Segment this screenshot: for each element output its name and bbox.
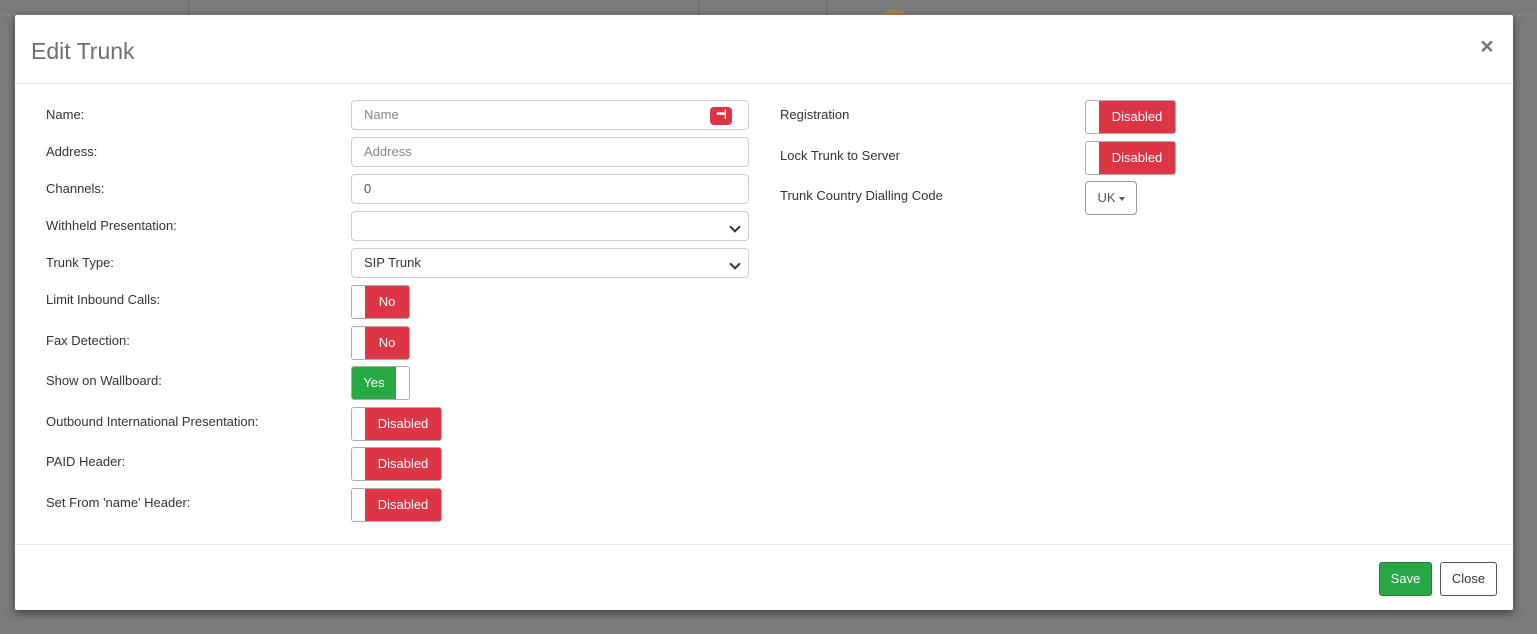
limit-inbound-calls-toggle[interactable]: No (351, 285, 410, 319)
modal-body: Name: Name •••| Address: Address Channel… (15, 84, 1513, 544)
withheld-presentation-label: Withheld Presentation: (46, 218, 177, 233)
toggle-state: No (365, 327, 409, 359)
set-from-name-header-label: Set From 'name' Header: (46, 495, 191, 510)
toggle-handle (396, 367, 409, 399)
trunk-type-value: SIP Trunk (364, 255, 421, 270)
trunk-country-dialling-code-label: Trunk Country Dialling Code (780, 188, 943, 203)
close-icon[interactable]: × (1477, 34, 1497, 58)
lock-trunk-to-server-toggle[interactable]: Disabled (1085, 141, 1176, 175)
withheld-presentation-select[interactable] (351, 211, 749, 241)
toggle-handle (352, 489, 365, 521)
edit-trunk-modal: Edit Trunk × Name: Name •••| Address: Ad… (15, 15, 1513, 610)
chevron-down-icon (729, 258, 741, 270)
name-label: Name: (46, 107, 85, 122)
chevron-down-icon (729, 221, 741, 233)
caret-down-icon (1118, 196, 1125, 201)
registration-label: Registration (780, 107, 850, 122)
save-button[interactable]: Save (1379, 562, 1432, 596)
channels-input[interactable]: 0 (351, 174, 749, 204)
outbound-international-presentation-label: Outbound International Presentation: (46, 414, 259, 429)
background-divider (698, 0, 699, 16)
toggle-state: Yes (352, 367, 396, 399)
modal-header: Edit Trunk × (15, 15, 1513, 84)
toggle-state: Disabled (1099, 142, 1175, 174)
close-button[interactable]: Close (1440, 562, 1497, 596)
toggle-handle (352, 327, 365, 359)
toggle-handle (352, 448, 365, 480)
toggle-handle (1086, 142, 1099, 174)
fax-detection-toggle[interactable]: No (351, 326, 410, 360)
toggle-state: Disabled (365, 448, 441, 480)
trunk-type-label: Trunk Type: (46, 255, 114, 270)
set-from-name-header-toggle[interactable]: Disabled (351, 488, 442, 522)
channels-value: 0 (364, 181, 372, 196)
toggle-handle (352, 408, 365, 440)
fax-detection-label: Fax Detection: (46, 333, 130, 348)
outbound-international-presentation-toggle[interactable]: Disabled (351, 407, 442, 441)
toggle-state: No (365, 286, 409, 318)
toggle-state: Disabled (365, 489, 441, 521)
modal-title: Edit Trunk (31, 38, 135, 64)
name-placeholder: Name (364, 107, 399, 122)
address-placeholder: Address (364, 144, 412, 159)
toggle-handle (352, 286, 365, 318)
password-dots-icon[interactable]: •••| (710, 107, 732, 125)
address-input[interactable]: Address (351, 137, 749, 167)
address-label: Address: (46, 144, 98, 159)
show-on-wallboard-toggle[interactable]: Yes (351, 366, 410, 400)
background-divider (188, 0, 189, 16)
trunk-type-select[interactable]: SIP Trunk (351, 248, 749, 278)
paid-header-toggle[interactable]: Disabled (351, 447, 442, 481)
toggle-state: Disabled (365, 408, 441, 440)
country-code-value: UK (1097, 190, 1116, 205)
toggle-handle (1086, 101, 1099, 133)
lock-trunk-to-server-label: Lock Trunk to Server (780, 148, 900, 163)
show-on-wallboard-label: Show on Wallboard: (46, 373, 162, 388)
paid-header-label: PAID Header: (46, 454, 126, 469)
background-divider (826, 0, 827, 16)
name-input[interactable]: Name •••| (351, 100, 749, 130)
modal-footer: Save Close (15, 544, 1513, 611)
limit-inbound-calls-label: Limit Inbound Calls: (46, 292, 161, 307)
toggle-state: Disabled (1099, 101, 1175, 133)
registration-toggle[interactable]: Disabled (1085, 100, 1176, 134)
channels-label: Channels: (46, 181, 105, 196)
country-code-dropdown[interactable]: UK (1085, 181, 1137, 215)
